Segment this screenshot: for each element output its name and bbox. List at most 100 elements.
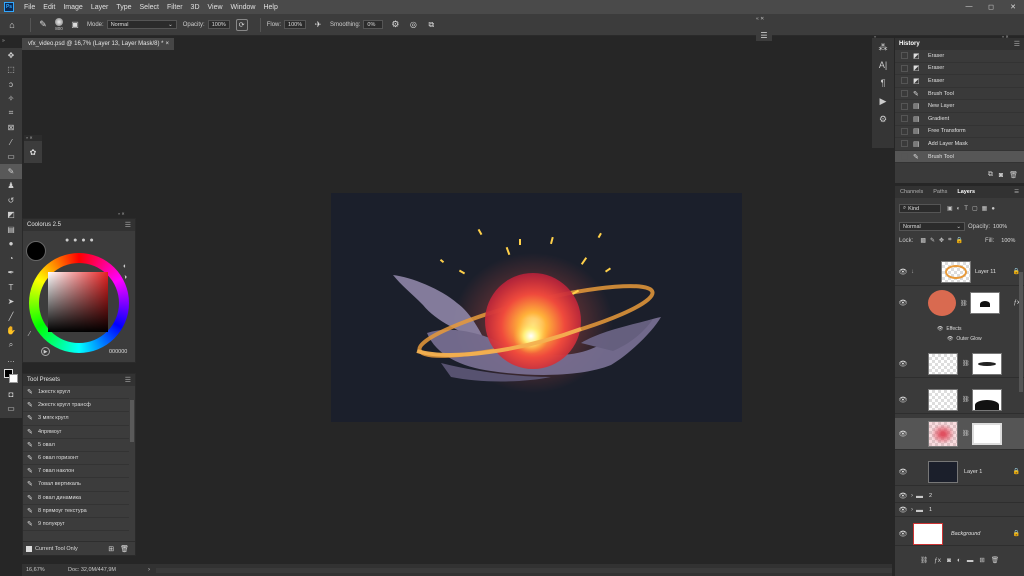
history-item[interactable]: ◩ Eraser bbox=[895, 50, 1024, 63]
history-item[interactable]: ▤ Gradient bbox=[895, 113, 1024, 126]
hand-tool-icon[interactable]: ✋ bbox=[0, 324, 22, 339]
stamp-tool-icon[interactable]: ♟ bbox=[0, 179, 22, 194]
tab-layers[interactable]: Layers bbox=[952, 189, 980, 195]
quick-mask-icon[interactable]: ◘ bbox=[0, 387, 22, 402]
preset-item[interactable]: ✎ 8 прямоуг текстура bbox=[23, 505, 129, 518]
menu-help[interactable]: Help bbox=[259, 4, 281, 11]
eye-icon[interactable]: 👁 bbox=[937, 326, 943, 332]
history-item[interactable]: ✎ Brush Tool bbox=[895, 88, 1024, 101]
eye-icon[interactable]: 👁 bbox=[947, 336, 953, 342]
link-layers-icon[interactable]: ⛓ bbox=[920, 556, 928, 564]
menu-file[interactable]: File bbox=[20, 4, 39, 11]
history-item[interactable]: ▤ New Layer bbox=[895, 100, 1024, 113]
menu-filter[interactable]: Filter bbox=[163, 4, 187, 11]
current-tool-only-checkbox[interactable] bbox=[26, 545, 32, 552]
eyedropper-tool-icon[interactable]: ⁄ bbox=[0, 135, 22, 150]
marquee-tool-icon[interactable]: ⬚ bbox=[0, 63, 22, 78]
filter-kind-dropdown[interactable]: ⌕ Kind bbox=[899, 204, 941, 213]
menu-layer[interactable]: Layer bbox=[87, 4, 113, 11]
panel-menu-icon[interactable]: ☰ bbox=[1014, 40, 1020, 48]
smoothing-field[interactable]: 0% bbox=[363, 20, 384, 29]
mode-dropdown[interactable]: Normal ⌄ bbox=[106, 20, 177, 29]
chevron-right-icon[interactable]: › bbox=[911, 507, 913, 513]
eye-icon[interactable]: 👁 bbox=[895, 396, 911, 404]
group-row[interactable]: 👁 › ▬ 2 bbox=[895, 490, 1024, 503]
character-panel-icon[interactable]: A| bbox=[872, 56, 894, 74]
layer-row[interactable]: 👁 Background 🔒 bbox=[895, 522, 1024, 546]
filter-toggle-icon[interactable]: ● bbox=[991, 206, 995, 212]
menu-type[interactable]: Type bbox=[112, 4, 135, 11]
add-mask-icon[interactable]: ◙ bbox=[947, 557, 951, 564]
fx-icon[interactable]: ƒx bbox=[934, 557, 941, 564]
eye-icon[interactable]: 👁 bbox=[895, 360, 911, 368]
minimize-button[interactable]: — bbox=[958, 3, 980, 11]
airbrush-icon[interactable]: ✈ bbox=[312, 19, 324, 31]
screen-mode-icon[interactable]: ▭ bbox=[0, 402, 22, 417]
new-preset-icon[interactable]: ⊞ bbox=[108, 545, 114, 553]
delete-layer-icon[interactable]: 🗑 bbox=[991, 556, 999, 564]
quick-select-tool-icon[interactable]: ✧ bbox=[0, 92, 22, 107]
layer-row[interactable]: 👁 ⛓ bbox=[895, 386, 1024, 414]
brush-settings-icon[interactable]: ▣ bbox=[69, 19, 81, 31]
opacity-field[interactable]: 100% bbox=[207, 20, 230, 29]
layer-opacity-value[interactable]: 100% bbox=[993, 224, 1007, 230]
dodge-tool-icon[interactable]: ◔ bbox=[0, 251, 22, 266]
hex-value[interactable]: 000000 bbox=[109, 349, 127, 355]
coolorus-collapse-icon[interactable]: » ✕ bbox=[118, 211, 136, 217]
history-checkbox[interactable] bbox=[901, 64, 908, 72]
history-checkbox[interactable] bbox=[901, 52, 908, 60]
frame-tool-icon[interactable]: ⊠ bbox=[0, 121, 22, 136]
pressure-size-icon[interactable]: ◎ bbox=[407, 19, 419, 31]
blur-tool-icon[interactable]: ● bbox=[0, 237, 22, 252]
layer-row-selected[interactable]: 👁 ⛓ bbox=[895, 418, 1024, 450]
properties-toggle-icon[interactable]: ☰ bbox=[756, 29, 772, 41]
more-tools-icon[interactable]: … bbox=[0, 353, 22, 368]
saturation-value-square[interactable] bbox=[48, 272, 108, 332]
panel-menu-icon[interactable]: ☰ bbox=[1009, 189, 1024, 195]
symmetry-icon[interactable]: ⧉ bbox=[425, 19, 437, 31]
history-brush-tool-icon[interactable]: ↺ bbox=[0, 193, 22, 208]
swatch-row-icons[interactable]: ● ● ● ● bbox=[65, 237, 95, 244]
eye-icon[interactable]: 👁 bbox=[895, 492, 911, 500]
filter-adjustment-icon[interactable]: ◐ bbox=[957, 206, 961, 212]
eye-icon[interactable]: 👁 bbox=[895, 430, 911, 438]
history-checkbox[interactable] bbox=[901, 90, 908, 98]
delete-state-icon[interactable]: 🗑 bbox=[1009, 171, 1018, 179]
preset-scrollbar[interactable] bbox=[130, 400, 134, 442]
eye-icon[interactable]: 👁 bbox=[895, 268, 911, 276]
group-row[interactable]: 👁 › ▬ 1 bbox=[895, 504, 1024, 517]
history-item-selected[interactable]: ✎ Brush Tool bbox=[895, 150, 1024, 164]
layer-row[interactable]: 👁 Layer 1 🔒 bbox=[895, 458, 1024, 486]
filter-type-icon[interactable]: T bbox=[964, 206, 968, 212]
horizontal-scrollbar[interactable] bbox=[156, 567, 892, 573]
menu-3d[interactable]: 3D bbox=[187, 4, 204, 11]
history-item[interactable]: ◩ Eraser bbox=[895, 63, 1024, 76]
pen-tool-icon[interactable]: ✒ bbox=[0, 266, 22, 281]
preset-item[interactable]: ✎ 1жестк кругл bbox=[23, 386, 129, 400]
crop-tool-icon[interactable]: ⌗ bbox=[0, 106, 22, 121]
filter-smart-object-icon[interactable]: ▦ bbox=[982, 205, 988, 212]
panel-menu-icon[interactable]: ☰ bbox=[125, 376, 131, 384]
shape-tool-icon[interactable]: ╱ bbox=[0, 309, 22, 324]
chevron-right-icon[interactable]: › bbox=[911, 493, 913, 499]
path-select-tool-icon[interactable]: ➤ bbox=[0, 295, 22, 310]
preset-item[interactable]: ✎ 2жестк кругл трансф bbox=[23, 399, 129, 413]
background-color-swatch[interactable] bbox=[9, 374, 18, 383]
effects-row[interactable]: 👁 Effects bbox=[937, 326, 962, 332]
panel-collapse-icon[interactable]: « ✕ bbox=[756, 16, 770, 22]
preset-item[interactable]: ✎ 4прямоуг bbox=[23, 426, 129, 439]
eye-icon[interactable]: 👁 bbox=[895, 468, 911, 476]
preset-item[interactable]: ✎ 3 мягк кругл bbox=[23, 412, 129, 426]
filter-shape-icon[interactable]: ▢ bbox=[972, 205, 978, 212]
close-button[interactable]: ✕ bbox=[1002, 3, 1024, 11]
adjustment-layer-icon[interactable]: ◐ bbox=[957, 557, 961, 564]
history-checkbox[interactable] bbox=[901, 140, 908, 148]
brush-preset-picker[interactable]: 800 bbox=[55, 18, 63, 31]
filter-pixel-icon[interactable]: ▣ bbox=[947, 205, 953, 212]
history-checkbox[interactable] bbox=[901, 127, 908, 135]
lock-transparent-icon[interactable]: ▩ bbox=[920, 237, 926, 244]
layers-scrollbar[interactable] bbox=[1019, 272, 1023, 392]
history-checkbox[interactable] bbox=[901, 77, 908, 85]
eyedropper-icon[interactable]: ⁄ bbox=[29, 331, 30, 338]
menu-edit[interactable]: Edit bbox=[39, 4, 59, 11]
